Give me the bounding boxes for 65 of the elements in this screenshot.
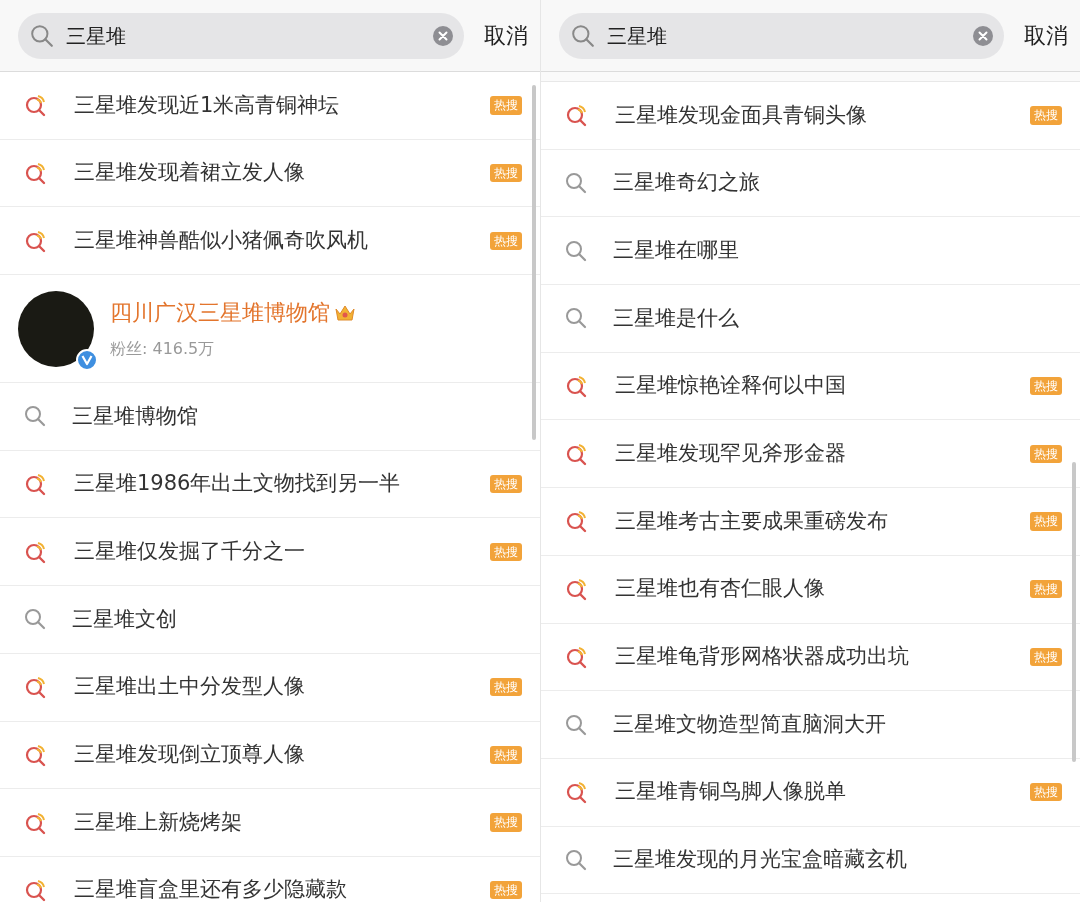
hot-search-icon [565, 509, 589, 534]
search-bar[interactable]: 三星堆 [559, 12, 1004, 59]
search-icon [571, 23, 595, 48]
clear-icon[interactable] [432, 24, 454, 47]
hot-tag: 热搜 [1030, 647, 1062, 667]
hot-tag: 热搜 [490, 881, 522, 900]
hot-search-icon [565, 780, 589, 805]
search-icon [565, 307, 587, 330]
hot-search-icon [24, 675, 48, 700]
search-icon [30, 23, 54, 48]
hot-tag: 热搜 [1030, 783, 1062, 802]
suggestion-item[interactable]: 三星堆在哪里 [541, 217, 1080, 286]
hot-search-icon [24, 93, 48, 118]
hot-search-icon [24, 810, 48, 835]
search-icon [565, 848, 587, 871]
hot-tag: 热搜 [490, 813, 522, 832]
hot-search-icon [24, 878, 48, 902]
suggestion-item[interactable]: 三星堆出土中分发型人像 热搜 [0, 653, 540, 722]
suggestion-item[interactable]: 三星堆发现罕见斧形金器 热搜 [541, 420, 1080, 489]
hot-search-icon [24, 539, 48, 564]
hot-search-icon [565, 577, 589, 602]
hot-search-icon [565, 441, 589, 466]
suggestion-item[interactable]: 三星堆仅发掘了千分之一 热搜 [0, 518, 540, 587]
suggestion-item[interactable]: 三星堆奇幻之旅 [541, 149, 1080, 218]
suggestion-item[interactable]: 三星堆是什么 [541, 285, 1080, 353]
hot-tag: 热搜 [1030, 106, 1062, 125]
hot-tag: 热搜 [1030, 579, 1062, 599]
hot-search-icon [565, 103, 589, 128]
search-bar[interactable]: 三星堆 [18, 12, 464, 59]
hot-search-icon [24, 742, 48, 767]
hot-search-icon [24, 472, 48, 497]
hot-tag: 热搜 [490, 96, 522, 115]
suggestion-item[interactable]: 三星堆上新烧烤架 热搜 [0, 789, 540, 857]
hot-search-icon [565, 374, 589, 399]
suggestion-item[interactable]: 三星堆发现的月光宝盒暗藏玄机 [541, 826, 1080, 895]
suggestion-item[interactable]: 三星堆惊艳诠释何以中国 热搜 [541, 352, 1080, 421]
suggestion-item[interactable]: 三星堆青铜鸟脚人像脱单 热搜 [541, 758, 1080, 827]
search-icon [24, 405, 46, 428]
hot-search-icon [24, 161, 48, 186]
hot-tag: 热搜 [490, 677, 522, 697]
hot-search-icon [24, 228, 48, 253]
hot-tag: 热搜 [490, 163, 522, 183]
suggestion-item[interactable]: 三星堆文创 [0, 586, 540, 654]
hot-tag: 热搜 [1030, 444, 1062, 463]
suggestion-item[interactable]: 三星堆1986年出土文物找到另一半 热搜 [0, 450, 540, 519]
search-icon [565, 172, 587, 195]
search-field[interactable]: 三星堆 [607, 20, 960, 51]
hot-tag: 热搜 [1030, 512, 1062, 531]
hot-tag: 热搜 [490, 542, 522, 561]
hot-search-icon [565, 644, 589, 669]
hot-tag: 热搜 [1030, 376, 1062, 396]
search-icon [24, 608, 46, 631]
cancel-button[interactable]: 取消 [1024, 19, 1068, 52]
clear-icon[interactable] [972, 24, 994, 47]
suggestion-item[interactable]: 三星堆发现倒立顶尊人像 热搜 [0, 721, 540, 790]
hot-tag: 热搜 [490, 474, 522, 494]
search-icon [565, 239, 587, 262]
hot-tag: 热搜 [490, 231, 522, 250]
search-field[interactable]: 三星堆 [66, 20, 420, 51]
suggestion-item[interactable]: 三星堆发现金面具青铜头像 热搜 [541, 82, 1080, 150]
follower-count: 粉丝: 416.5万 [110, 338, 216, 361]
suggestion-item[interactable]: 三星堆盲盒里还有多少隐藏款 热搜 [0, 856, 540, 902]
cancel-button[interactable]: 取消 [484, 19, 528, 52]
search-icon [565, 713, 587, 736]
hot-tag: 热搜 [490, 745, 522, 765]
